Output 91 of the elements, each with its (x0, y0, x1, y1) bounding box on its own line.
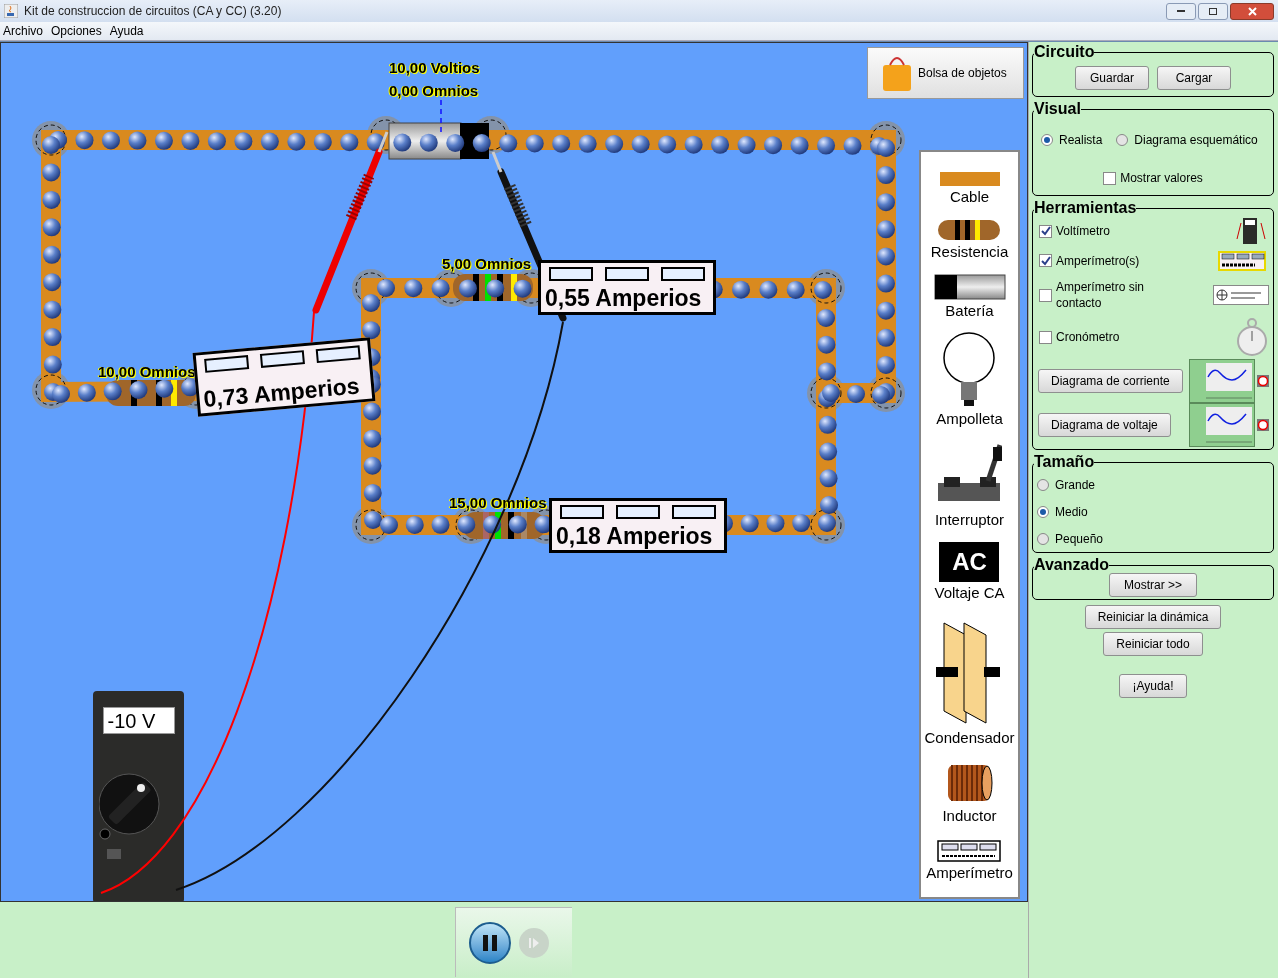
radio-option[interactable]: Diagrama esquemático (1116, 131, 1258, 149)
java-cup-icon (4, 4, 18, 18)
close-icon (1247, 6, 1257, 16)
pause-button[interactable] (469, 921, 511, 964)
meter-display: -10 V (102, 707, 175, 734)
checkbox[interactable] (1039, 224, 1052, 238)
menu-item[interactable]: Ayuda (109, 22, 144, 40)
toolbox-item-label[interactable]: Ampolleta (936, 410, 1003, 429)
toolbox-item-label[interactable]: Cable (949, 188, 990, 207)
wave-chart-icon[interactable] (1189, 403, 1255, 447)
wave-chart-icon[interactable] (1189, 359, 1255, 403)
checkbox-label[interactable]: Mostrar valores (1120, 169, 1203, 187)
checkbox[interactable] (1103, 171, 1117, 185)
toolbar-button[interactable]: Reiniciar todo (1103, 632, 1203, 656)
checkbox-label[interactable]: Voltímetro (1056, 222, 1111, 240)
toolbox-item-label[interactable]: Voltaje CA (934, 583, 1005, 603)
crosshair-icon (1213, 285, 1269, 305)
radio-option[interactable]: Medio (1037, 503, 1269, 521)
checkbox[interactable] (1039, 254, 1052, 267)
toolbox-item-label[interactable]: Batería (945, 301, 994, 321)
radio-button[interactable] (1116, 134, 1129, 146)
chart-button[interactable]: Diagrama de corriente (1038, 369, 1183, 393)
circuit-canvas[interactable] (0, 42, 1028, 902)
toolbar-button[interactable]: Guardar (1075, 66, 1149, 90)
component-value-label: 0,00 Omnios (389, 83, 479, 98)
wire-icon (939, 172, 1000, 186)
ammeter-reading: 0,73 Amperios (202, 373, 362, 414)
capacitor-icon (936, 620, 1003, 727)
chart-button[interactable]: Diagrama de voltaje (1038, 413, 1171, 437)
ac-source-icon: AC (939, 541, 1000, 582)
checkbox-label[interactable]: Amperímetro(s) (1056, 251, 1140, 270)
group-title: Avanzado (1034, 557, 1109, 573)
ammeter-window (560, 505, 604, 519)
ammeter-window (259, 350, 305, 368)
ammeter[interactable]: 0,18 Amperios (549, 498, 727, 553)
stopwatch-icon (1235, 318, 1269, 356)
window-title: Kit de construccion de circuitos (CA y CC) (3.20) (24, 3, 283, 20)
toolbox-item-label[interactable]: Inductor (942, 807, 997, 826)
minimize-icon (1177, 10, 1185, 12)
toolbar-button[interactable]: Reiniciar la dinámica (1084, 605, 1222, 629)
ammeter-window (605, 267, 649, 281)
ammeter-reading: 0,55 Amperios (545, 287, 703, 312)
ammeter-window (204, 355, 250, 373)
menu-item[interactable]: Opciones (51, 22, 102, 40)
toolbox-item-label[interactable]: Resistencia (930, 242, 1009, 262)
pause-icon (483, 934, 497, 951)
ammeter-window (549, 267, 593, 281)
restore-icon (1209, 7, 1217, 15)
object-bag-button[interactable]: Bolsa de objetos (867, 47, 1024, 99)
checkbox-label[interactable]: Cronómetro (1056, 328, 1120, 346)
minimize-button[interactable] (1166, 2, 1196, 20)
target-icon[interactable] (1257, 375, 1269, 387)
toolbar-button[interactable]: Cargar (1157, 66, 1231, 90)
restore-button[interactable] (1198, 2, 1228, 20)
ammeter-icon (1215, 249, 1269, 272)
checkbox[interactable] (1039, 288, 1052, 302)
ammeter-reading: 0,18 Amperios (556, 525, 714, 550)
resistor-icon (937, 218, 1002, 241)
target-icon[interactable] (1257, 419, 1269, 431)
group-title: Herramientas (1034, 200, 1137, 216)
radio-button[interactable] (1041, 134, 1053, 146)
toolbar-button[interactable]: ¡Ayuda! (1119, 674, 1187, 698)
toolbox-item-label[interactable]: Interruptor (934, 511, 1005, 530)
ammeter[interactable]: 0,55 Amperios (538, 260, 716, 315)
component-value-label: 5,00 Omnios (442, 256, 532, 271)
menu-item[interactable]: Archivo (3, 22, 43, 40)
radio-button[interactable] (1037, 533, 1049, 545)
group-title: Circuito (1034, 44, 1095, 60)
radio-option[interactable]: Realista (1041, 131, 1103, 149)
checkbox-label[interactable]: Amperímetro sin contacto (1056, 279, 1146, 311)
radio-option[interactable]: Pequeño (1037, 530, 1269, 548)
group-title: Tamaño (1034, 454, 1095, 470)
ammeter-window (672, 505, 716, 519)
battery-icon (933, 273, 1006, 300)
toolbar-button[interactable]: Mostrar >> (1109, 573, 1197, 597)
ammeter-window (616, 505, 660, 519)
group-title: Visual (1034, 101, 1081, 117)
multimeter[interactable]: -10 V (93, 691, 184, 901)
toolbox-item-label[interactable]: Amperímetro (926, 864, 1013, 883)
component-value-label: 10,00 Voltios (389, 60, 480, 75)
radio-button[interactable] (1037, 506, 1049, 518)
radio-button[interactable] (1037, 479, 1049, 491)
toolbox-item-label[interactable]: Condensador (924, 728, 1015, 748)
radio-option[interactable]: Grande (1037, 476, 1269, 494)
light-bulb-icon (941, 332, 998, 409)
close-button[interactable] (1230, 2, 1274, 20)
step-icon (528, 936, 540, 949)
ammeter-window (315, 345, 361, 364)
ammeter-icon (937, 840, 1002, 862)
checkbox[interactable] (1039, 330, 1052, 344)
ammeter-window (661, 267, 705, 281)
